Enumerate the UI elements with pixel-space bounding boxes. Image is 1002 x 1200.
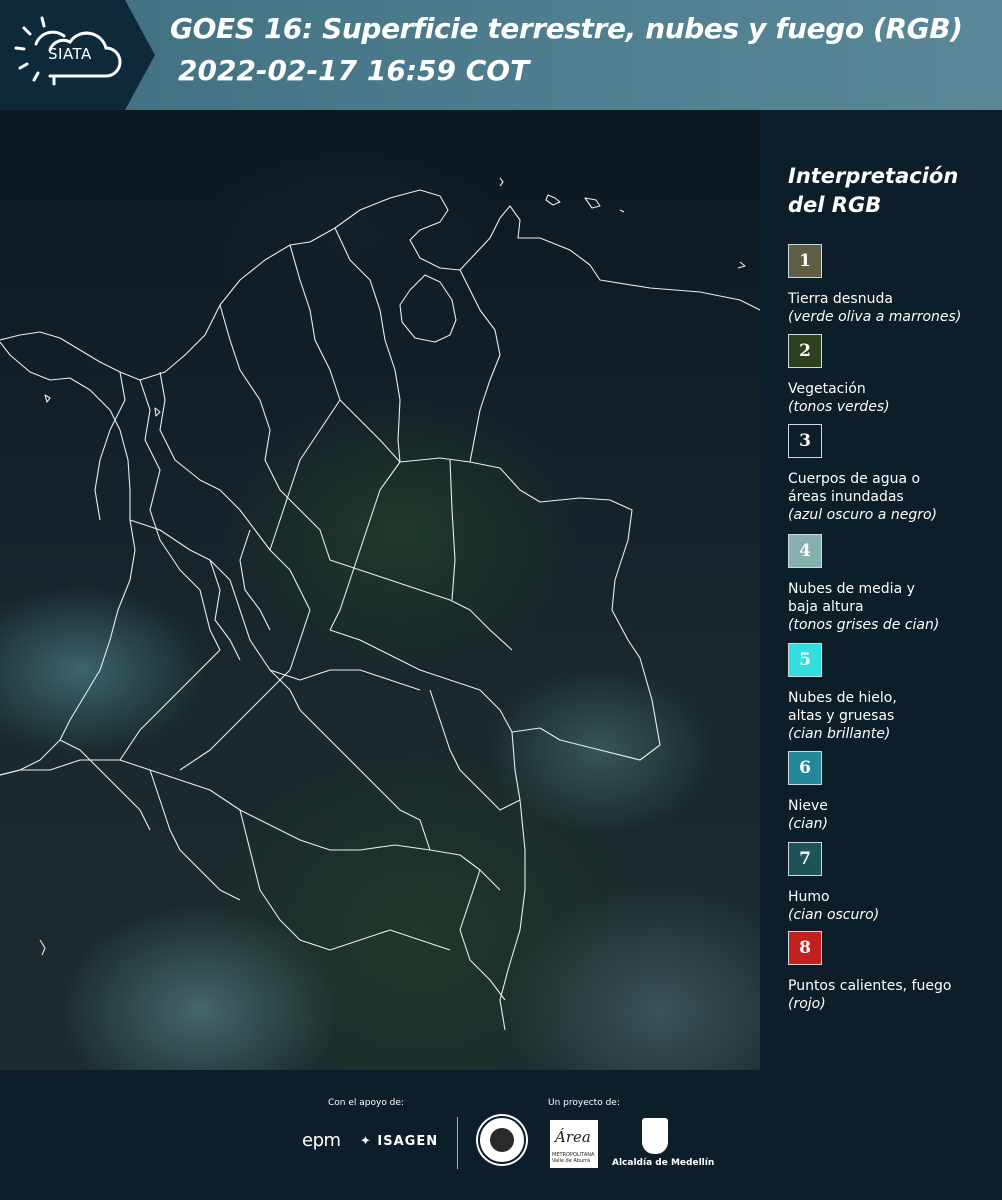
satellite-map[interactable] [0, 110, 760, 1070]
legend-sublabel: (cian brillante) [788, 726, 891, 742]
island-outline [584, 197, 601, 209]
department-boundary [149, 769, 241, 901]
legend-swatch: 7 [788, 842, 822, 876]
boundary-lines [0, 177, 760, 1031]
legend-item-fire: 8 Puntos calientes, fuego (rojo) [788, 931, 998, 1013]
legend-item-snow: 6 Nieve (cian) [788, 751, 998, 833]
university-seal-icon [478, 1116, 526, 1164]
legend-sublabel: (verde oliva a marrones) [788, 309, 962, 325]
island-outline [154, 407, 161, 417]
project-label: Un proyecto de: [548, 1098, 620, 1108]
department-boundary [269, 669, 421, 691]
footer: Con el apoyo de: Un proyecto de: epm ✦ I… [0, 1070, 1002, 1200]
legend-label: Tierra desnuda [788, 291, 893, 307]
border-south-west [0, 759, 501, 891]
department-boundary [289, 244, 401, 463]
department-boundary [159, 371, 311, 611]
department-boundary [139, 379, 221, 651]
island-outline [545, 194, 561, 206]
coastline-north [0, 189, 760, 381]
area-logo-subtext: METROPOLITANA Valle de Aburrá [552, 1152, 595, 1164]
department-boundary [329, 461, 401, 631]
legend-sublabel: (cian oscuro) [788, 907, 880, 923]
department-boundary [269, 399, 341, 551]
legend-item-mid-low-clouds: 4 Nubes de media y baja altura (tonos gr… [788, 534, 998, 634]
department-boundary [239, 529, 271, 631]
border-east [399, 457, 661, 761]
department-boundary [449, 459, 456, 601]
department-boundary [239, 809, 451, 951]
legend-title: Interpretación del RGB [788, 164, 959, 217]
legend-label: Cuerpos de agua o áreas inundadas [788, 471, 921, 505]
lake-outline [399, 274, 457, 343]
medellin-shield-icon [642, 1118, 668, 1154]
header: SIATA GOES 16: Superficie terrestre, nub… [0, 0, 1002, 110]
legend-swatch: 4 [788, 534, 822, 568]
page-timestamp: 2022-02-17 16:59 COT [178, 54, 530, 87]
coastline-west [0, 341, 136, 776]
legend-label: Nubes de media y baja altura [788, 581, 915, 615]
department-boundary [429, 689, 521, 811]
department-boundary [119, 649, 221, 761]
legend-sublabel: (tonos verdes) [788, 399, 890, 415]
legend-item-water: 3 Cuerpos de agua o áreas inundadas (azu… [788, 424, 998, 524]
area-metropolitana-logo: Área METROPOLITANA Valle de Aburrá [550, 1120, 598, 1168]
island-outline [44, 394, 51, 403]
legend-sublabel: (cian) [788, 816, 828, 832]
page-title: GOES 16: Superficie terrestre, nubes y f… [170, 12, 963, 45]
legend-sublabel: (azul oscuro a negro) [788, 507, 937, 523]
island-outline [619, 209, 625, 213]
legend-item-smoke: 7 Humo (cian oscuro) [788, 842, 998, 924]
legend-swatch: 1 [788, 244, 822, 278]
department-boundary [59, 739, 151, 831]
island-outline [737, 261, 746, 269]
department-boundary [329, 559, 513, 651]
legend-sublabel: (rojo) [788, 996, 826, 1012]
isagen-logo: ✦ ISAGEN [360, 1134, 439, 1149]
legend-label: Puntos calientes, fuego [788, 978, 952, 994]
legend-sublabel: (tonos grises de cian) [788, 617, 940, 633]
department-boundary [129, 519, 301, 711]
border-venezuela [459, 269, 501, 463]
legend-item-ice-clouds: 5 Nubes de hielo, altas y gruesas (cian … [788, 643, 998, 743]
area-logo-text: Área [555, 1128, 591, 1146]
support-label: Con el apoyo de: [328, 1098, 404, 1108]
island-outline [499, 177, 504, 187]
department-boundary [459, 869, 506, 1001]
legend-swatch: 3 [788, 424, 822, 458]
department-boundary [94, 371, 126, 521]
rgb-legend: Interpretación del RGB 1 Tierra desnuda … [760, 110, 1002, 1070]
department-boundary [329, 629, 513, 733]
footer-divider [457, 1117, 458, 1169]
legend-swatch: 2 [788, 334, 822, 368]
legend-swatch: 5 [788, 643, 822, 677]
legend-swatch: 8 [788, 931, 822, 965]
legend-swatch: 6 [788, 751, 822, 785]
island-outline [39, 939, 46, 956]
legend-item-bare-soil: 1 Tierra desnuda (verde oliva a marrones… [788, 244, 998, 326]
isagen-text: ISAGEN [377, 1134, 439, 1149]
medellin-logo-text: Alcaldía de Medellín [612, 1158, 715, 1168]
epm-logo: epm [302, 1130, 341, 1151]
border-south [499, 731, 526, 1031]
logo-text: SIATA [48, 45, 92, 63]
legend-label: Nubes de hielo, altas y gruesas [788, 690, 897, 724]
legend-label: Vegetación [788, 381, 866, 397]
legend-label: Nieve [788, 798, 828, 814]
legend-item-vegetation: 2 Vegetación (tonos verdes) [788, 334, 998, 416]
department-boundary [299, 709, 431, 851]
legend-label: Humo [788, 889, 830, 905]
department-boundary [219, 304, 331, 561]
